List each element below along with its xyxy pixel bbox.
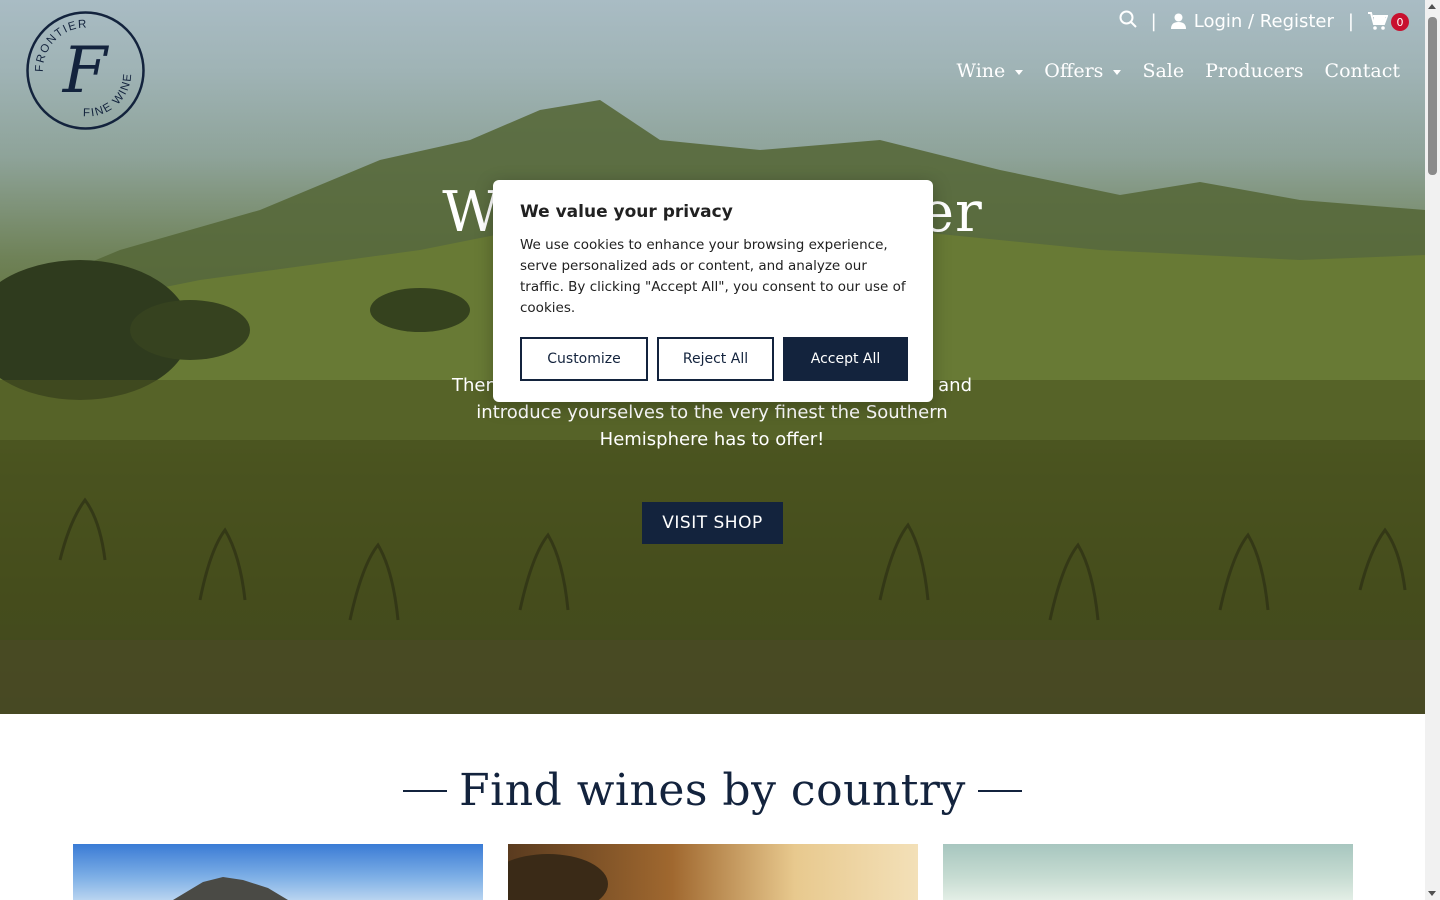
country-card[interactable] <box>508 844 918 900</box>
section-title: Find wines by country <box>459 765 966 816</box>
hero-text-line1-right: and <box>938 375 972 396</box>
nav-item-sale[interactable]: Sale <box>1142 60 1184 82</box>
frontier-fine-wines-logo[interactable]: FRONTIER FINE WINES F <box>25 10 146 131</box>
hero-text-line3: Hemisphere has to offer! <box>599 429 825 450</box>
scrollbar-thumb[interactable] <box>1428 17 1437 175</box>
hero-text-line1-left: Ther <box>452 375 493 396</box>
search-icon[interactable] <box>1119 10 1137 33</box>
scroll-down-arrow-icon[interactable] <box>1428 891 1436 896</box>
nav-item-label: Wine <box>956 60 1006 82</box>
nav-item-label: Producers <box>1205 60 1304 82</box>
country-card[interactable] <box>943 844 1353 900</box>
cookie-consent-dialog: We value your privacy We use cookies to … <box>493 180 933 402</box>
chevron-down-icon <box>1113 69 1122 75</box>
nav-item-producers[interactable]: Producers <box>1205 60 1303 82</box>
nav-item-offers[interactable]: Offers <box>1044 60 1122 82</box>
nav-item-wine[interactable]: Wine <box>957 60 1024 82</box>
cart-count-badge: 0 <box>1391 13 1409 31</box>
heading-divider-right <box>977 789 1022 792</box>
user-icon <box>1170 13 1186 29</box>
cart-button[interactable]: 0 <box>1368 8 1410 34</box>
svg-text:F: F <box>62 34 110 108</box>
reject-all-button[interactable]: Reject All <box>657 337 774 381</box>
login-register-label: Login / Register <box>1193 10 1334 32</box>
scroll-up-arrow-icon[interactable] <box>1428 4 1436 9</box>
cart-icon <box>1368 12 1388 30</box>
separator: | <box>1347 10 1354 32</box>
country-card-image <box>508 854 608 900</box>
login-register-link[interactable]: Login / Register <box>1170 10 1334 32</box>
hero-text-line2: introduce yourselves to the very finest … <box>476 402 948 423</box>
cookie-dialog-body: We use cookies to enhance your browsing … <box>520 237 906 316</box>
customize-button[interactable]: Customize <box>520 337 648 381</box>
find-wines-by-country-heading: Find wines by country <box>0 765 1425 816</box>
nav-item-label: Offers <box>1044 60 1104 82</box>
nav-item-label: Contact <box>1324 60 1400 82</box>
separator: | <box>1150 10 1157 32</box>
page-scrollbar[interactable] <box>1425 0 1440 900</box>
chevron-down-icon <box>1015 69 1024 75</box>
cookie-dialog-title: We value your privacy <box>520 202 733 222</box>
visit-shop-button[interactable]: VISIT SHOP <box>642 502 783 544</box>
heading-divider-left <box>403 789 448 792</box>
main-navigation: Wine Offers Sale Producers Contact <box>957 60 1400 82</box>
cookie-button-group: Customize Reject All Accept All <box>520 337 908 381</box>
top-utility-bar: | Login / Register | 0 <box>1119 8 1410 34</box>
country-card-image <box>173 877 288 900</box>
nav-item-contact[interactable]: Contact <box>1325 60 1400 82</box>
country-card[interactable] <box>73 844 483 900</box>
nav-item-label: Sale <box>1142 60 1185 82</box>
accept-all-button[interactable]: Accept All <box>783 337 908 381</box>
